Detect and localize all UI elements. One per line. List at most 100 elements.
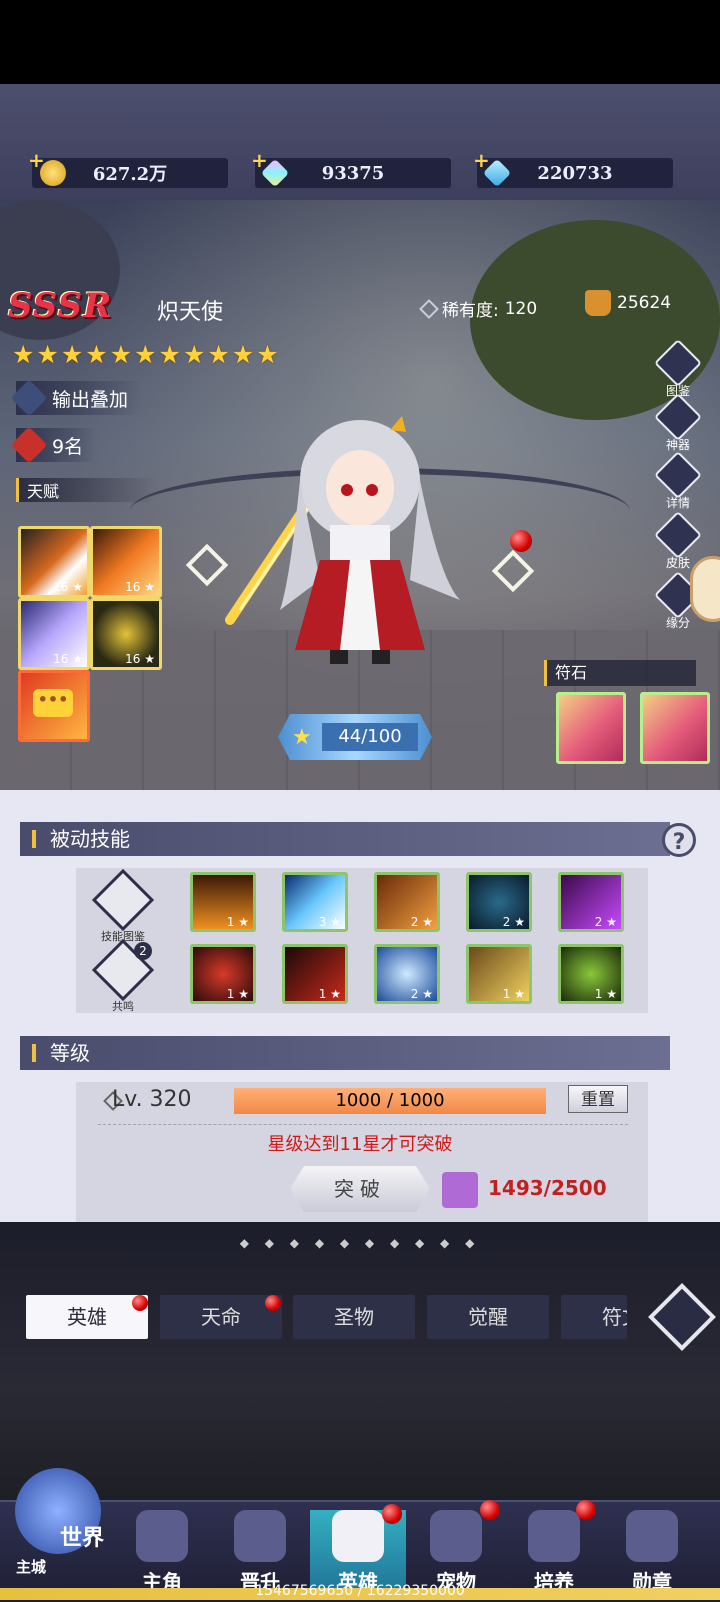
talent-level: 16 ★ xyxy=(125,580,155,594)
rarity-label: 稀有度: xyxy=(442,301,499,321)
rarity-icon xyxy=(419,298,439,319)
star-icon: ★ xyxy=(12,340,35,369)
purple-orb-icon xyxy=(442,1172,478,1208)
star-icon: ★ xyxy=(207,340,230,369)
footer-stats: 15467569650 / 16229350000 xyxy=(255,1583,465,1599)
side-btn-skin[interactable]: 皮肤 xyxy=(653,510,703,570)
diamond-value: 220733 xyxy=(537,162,613,184)
star-icon: ★ xyxy=(158,340,181,369)
world-button[interactable]: 世界 主城 xyxy=(8,1468,108,1586)
breakthrough-warning: 星级达到11星才可突破 xyxy=(267,1134,453,1155)
status-bar xyxy=(0,0,720,84)
talent-slot-3[interactable]: 16 ★ xyxy=(18,598,90,670)
shirt-icon xyxy=(653,510,703,560)
medal-icon xyxy=(626,1510,678,1562)
pet-icon xyxy=(430,1510,482,1562)
hero-exp-value: 44/100 xyxy=(322,723,418,751)
passive-skill-5[interactable]: 2 ★ xyxy=(558,872,624,932)
hero-rank-badge: SSSR xyxy=(8,286,113,326)
rune-slot-2[interactable] xyxy=(640,692,710,764)
help-button[interactable]: ? xyxy=(662,823,696,857)
star-icon: ★ xyxy=(109,340,133,369)
fire-icon xyxy=(10,426,48,464)
passive-skill-6[interactable]: 1 ★ xyxy=(190,944,256,1004)
side-btn-details[interactable]: 详情 xyxy=(653,450,703,510)
level-up-arrow-icon: ★ xyxy=(292,725,312,750)
gem-value: 93375 xyxy=(321,162,385,184)
passive-skill-9[interactable]: 1 ★ xyxy=(466,944,532,1004)
tab-destiny-dot xyxy=(265,1295,281,1311)
rarity-value: 120 xyxy=(504,298,538,319)
hero-type-label: 输出叠加 xyxy=(52,388,129,411)
power-value: 25624 xyxy=(617,293,672,313)
talent-slot-4[interactable]: 16 ★ xyxy=(90,598,162,670)
hero-type-tag[interactable]: 输出叠加 xyxy=(10,379,143,417)
hero-character-image[interactable] xyxy=(200,410,530,680)
book-icon xyxy=(653,338,703,388)
passive-skill-2[interactable]: 3 ★ xyxy=(282,872,348,932)
hero-name: 炽天使 xyxy=(157,300,224,325)
passive-skill-3[interactable]: 2 ★ xyxy=(374,872,440,932)
hero-ranking-label: 9名 xyxy=(52,435,84,458)
rarity-info: 稀有度: 120 xyxy=(419,296,538,321)
hero-level: Lv. 320 xyxy=(112,1087,192,1112)
hero-ranking-tag[interactable]: 9名 xyxy=(10,426,98,464)
level-header: 等级 xyxy=(20,1036,670,1070)
chat-bubble-slot[interactable]: ••• xyxy=(18,670,90,742)
resonance-button[interactable]: 共鸣 2 xyxy=(91,938,155,1014)
passive-skill-8[interactable]: 2 ★ xyxy=(374,944,440,1004)
tab-relic[interactable]: 圣物 xyxy=(293,1295,415,1339)
protagonist-icon xyxy=(136,1510,188,1562)
talent-slot-1[interactable]: 16 ★ xyxy=(18,526,90,598)
skill-codex-button[interactable]: 技能图鉴 xyxy=(91,868,155,944)
tab-destiny[interactable]: 天命 xyxy=(160,1295,282,1339)
reset-button[interactable]: 重置 xyxy=(568,1085,628,1113)
side-panel-toggle[interactable] xyxy=(690,556,720,622)
ornament-divider: ◆ ◆ ◆ ◆ ◆ ◆ ◆ ◆ ◆ ◆ xyxy=(239,1236,481,1250)
passive-skills-header: 被动技能 xyxy=(20,822,670,856)
talent-level: 16 ★ xyxy=(53,580,83,594)
side-btn-artifact[interactable]: 神器 xyxy=(653,392,703,452)
passive-skill-10[interactable]: 1 ★ xyxy=(558,944,624,1004)
talent-slot-2[interactable]: 16 ★ xyxy=(90,526,162,598)
magnifier-icon xyxy=(653,450,703,500)
star-icon: ★ xyxy=(134,340,157,369)
passive-skill-1[interactable]: 1 ★ xyxy=(190,872,256,932)
tab-hero-dot xyxy=(132,1295,148,1311)
talent-header: 天赋 xyxy=(16,478,157,502)
city-label: 主城 xyxy=(16,1558,47,1576)
talent-level: 16 ★ xyxy=(53,652,83,666)
chat-icon: ••• xyxy=(33,689,73,717)
breakthrough-cost: 1493/2500 xyxy=(488,1176,607,1200)
hero-exp-pill[interactable]: ★ 44/100 xyxy=(278,714,432,760)
divider xyxy=(98,1124,628,1125)
gold-counter[interactable]: + 627.2万 xyxy=(28,148,228,188)
tab-hero[interactable]: 英雄 xyxy=(26,1295,148,1339)
passive-skill-7[interactable]: 1 ★ xyxy=(282,944,348,1004)
tab-awaken[interactable]: 觉醒 xyxy=(427,1295,549,1339)
diamond-counter[interactable]: + 220733 xyxy=(473,148,673,188)
star-rating: ★ ★ ★ ★ ★ ★ ★ ★ ★ ★ ★ xyxy=(12,342,279,367)
star-icon: ★ xyxy=(182,340,206,369)
side-btn-codex[interactable]: 图鉴 xyxy=(653,338,703,398)
gold-coin-icon xyxy=(40,160,66,186)
train-icon xyxy=(528,1510,580,1562)
breakthrough-button[interactable]: 突破 xyxy=(290,1166,430,1212)
passive-skill-4[interactable]: 2 ★ xyxy=(466,872,532,932)
nav-hero-dot xyxy=(382,1504,402,1524)
rune-header: 符石 xyxy=(544,660,696,686)
tab-more-button[interactable] xyxy=(648,1283,716,1351)
star-icon: ★ xyxy=(36,340,59,369)
tab-rune[interactable]: 符文 xyxy=(561,1295,627,1339)
talent-level: 16 ★ xyxy=(125,652,155,666)
nav-pet-dot xyxy=(480,1500,500,1520)
swords-icon xyxy=(10,379,48,417)
notification-dot xyxy=(510,530,532,552)
helmet-icon xyxy=(332,1510,384,1562)
rune-slot-1[interactable] xyxy=(556,692,626,764)
gold-value: 627.2万 xyxy=(92,164,168,185)
gem-counter[interactable]: + 93375 xyxy=(251,148,451,188)
power-info: 25624 xyxy=(585,290,671,316)
star-icon: ★ xyxy=(231,340,255,369)
skill-codex-icon xyxy=(91,868,155,932)
